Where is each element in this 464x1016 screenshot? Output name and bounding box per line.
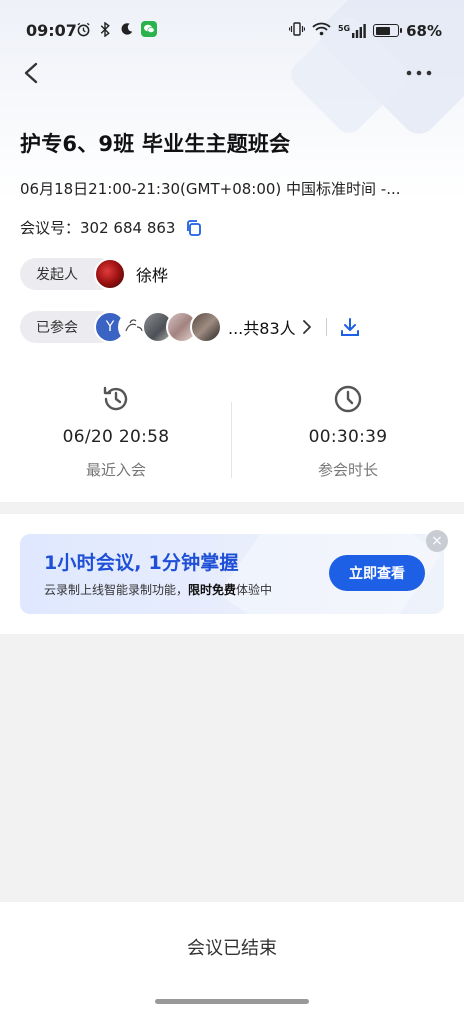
history-icon	[103, 386, 128, 411]
promo-section: 1小时会议, 1分钟掌握 云录制上线智能录制功能，限时免费体验中 立即查看	[0, 514, 464, 634]
banner-close-button[interactable]: ×	[422, 530, 448, 556]
alarm-icon	[75, 21, 91, 37]
view-now-button[interactable]: 立即查看	[329, 555, 425, 591]
recent-join-label: 最近入会	[85, 461, 146, 479]
promo-banner[interactable]: 1小时会议, 1分钟掌握 云录制上线智能录制功能，限时免费体验中 立即查看	[20, 534, 444, 614]
chevron-left-icon	[24, 62, 38, 84]
clock-icon	[334, 385, 362, 413]
copy-icon[interactable]	[185, 219, 203, 237]
meeting-stats: 06/20 20:58 最近入会 00:30:39 参会时长	[0, 380, 464, 490]
more-dots-icon	[406, 70, 432, 76]
meeting-ended-status: 会议已结束	[187, 938, 277, 959]
close-icon: ×	[426, 530, 448, 552]
5g-signal-icon: 5G	[337, 23, 366, 38]
meeting-title: 护专6、9班 毕业生主题班会	[20, 132, 291, 156]
back-button[interactable]	[18, 58, 46, 88]
banner-subtitle-prefix: 云录制上线智能录制功能，	[44, 583, 189, 597]
host-name: 徐桦	[136, 266, 169, 285]
banner-subtitle-suffix: 体验中	[236, 583, 273, 597]
divider	[325, 318, 327, 336]
battery-icon	[373, 24, 403, 37]
meeting-id-label: 会议号：	[20, 219, 81, 237]
avatar	[190, 311, 222, 343]
battery-fill	[375, 26, 390, 35]
battery-percent: 68%	[406, 21, 442, 40]
chevron-right-icon	[302, 320, 311, 334]
moon-icon	[119, 21, 135, 37]
banner-title: 1小时会议, 1分钟掌握	[44, 552, 239, 574]
duration-stat: 00:30:39 参会时长	[232, 380, 464, 480]
host-avatar	[94, 258, 126, 290]
meeting-id-row: 会议号： 302 684 863	[20, 217, 203, 238]
wifi-icon	[312, 21, 331, 40]
meeting-time: 06月18日21:00-21:30(GMT+08:00) 中国标准时间 -...	[20, 180, 401, 198]
attendee-row[interactable]: 已参会 Y ...共83人	[20, 311, 361, 343]
home-indicator[interactable]	[155, 999, 309, 1004]
meeting-id-value: 302 684 863	[80, 218, 176, 237]
download-icon[interactable]	[339, 316, 361, 338]
banner-subtitle-bold: 限时免费	[188, 583, 237, 597]
recent-join-stat: 06/20 20:58 最近入会	[0, 380, 232, 480]
more-button[interactable]	[404, 60, 434, 86]
status-bar: 09:07 5G 68%	[0, 0, 464, 62]
recent-join-value: 06/20 20:58	[62, 427, 170, 447]
duration-value: 00:30:39	[308, 427, 388, 447]
network-label: 5G	[337, 23, 351, 33]
bottom-bar: 会议已结束	[0, 902, 464, 1016]
attendee-count[interactable]: ...共83人	[228, 315, 312, 339]
vibrate-icon	[288, 21, 306, 40]
host-row[interactable]: 发起人 徐桦	[20, 258, 168, 290]
attendee-total: ...共83人	[228, 319, 296, 338]
duration-label: 参会时长	[317, 461, 378, 479]
bluetooth-icon	[97, 21, 113, 37]
wechat-icon	[141, 21, 157, 37]
status-time: 09:07	[26, 21, 77, 40]
banner-subtitle: 云录制上线智能录制功能，限时免费体验中	[44, 581, 272, 598]
